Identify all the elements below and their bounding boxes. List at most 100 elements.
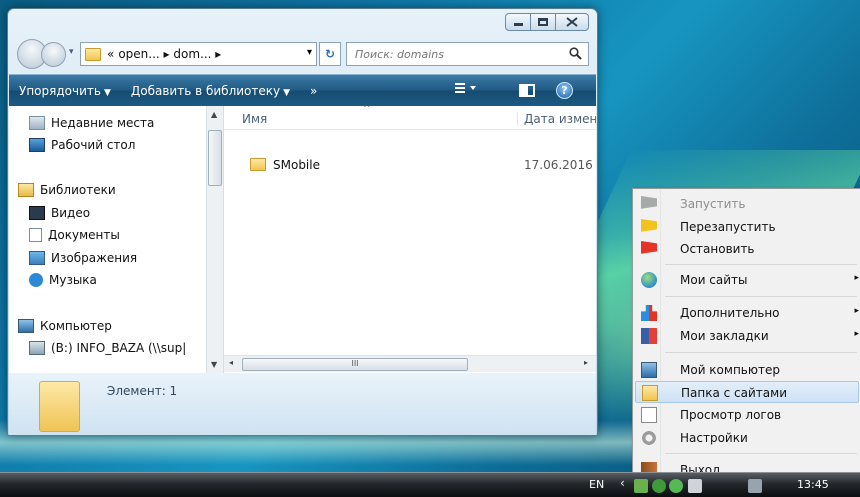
nav-item-libraries[interactable]: Библиотеки — [18, 183, 116, 197]
nav-item-recent-places[interactable]: Недавние места — [29, 116, 154, 130]
more-commands-button[interactable]: » — [300, 84, 327, 98]
sort-ascending-icon: ^ — [363, 106, 371, 114]
views-button[interactable] — [455, 82, 477, 96]
column-name-header[interactable]: Имя — [242, 112, 267, 126]
submenu-arrow-icon: ▸ — [854, 306, 859, 316]
details-pane: Элемент: 1 — [9, 373, 596, 435]
menu-item-label: Перезапустить — [680, 220, 776, 234]
documents-icon — [29, 228, 42, 242]
menu-item-additional[interactable]: Дополнительно ▸ — [635, 302, 859, 324]
additional-icon — [641, 305, 657, 321]
sites-folder-icon — [642, 385, 658, 401]
nav-item-documents[interactable]: Документы — [29, 228, 120, 242]
nav-item-label: Рабочий стол — [51, 138, 136, 152]
scroll-left-icon[interactable]: ◂ — [229, 358, 233, 367]
server-flag-tray-icon[interactable] — [634, 479, 648, 493]
menu-item-my-sites[interactable]: Мои сайты ▸ — [635, 269, 859, 291]
menu-item-label: Остановить — [680, 242, 755, 256]
folder-thumbnail-icon — [39, 381, 80, 432]
nav-item-network-drive[interactable]: (B:) INFO_BAZA (\\sup| — [29, 341, 186, 355]
chevron-down-icon: ▼ — [103, 87, 111, 98]
nav-item-label: Библиотеки — [40, 183, 116, 197]
app-tray-icon[interactable] — [669, 479, 683, 493]
desktop-icon — [29, 138, 45, 152]
tray-expand-button[interactable]: ‹ — [620, 476, 625, 490]
display-icon[interactable] — [748, 479, 762, 493]
menu-item-settings[interactable]: Настройки — [635, 427, 859, 449]
clock[interactable]: 13:45 — [797, 478, 829, 491]
nav-item-label: Документы — [48, 228, 120, 242]
nav-item-pictures[interactable]: Изображения — [29, 251, 137, 265]
command-bar: Упорядочить ▼ Добавить в библиотеку ▼ » ? — [9, 74, 596, 106]
nav-item-computer[interactable]: Компьютер — [18, 319, 112, 333]
preview-pane-icon[interactable] — [519, 84, 535, 97]
nav-item-label: Видео — [51, 206, 91, 220]
nav-item-label: (B:) INFO_BAZA (\\sup| — [51, 341, 187, 355]
minimize-icon — [513, 23, 523, 26]
menu-item-sites-folder[interactable]: Папка с сайтами — [635, 381, 859, 403]
menu-item-stop[interactable]: Остановить — [635, 238, 859, 260]
help-icon[interactable]: ? — [556, 82, 573, 99]
nav-item-desktop[interactable]: Рабочий стол — [29, 138, 135, 152]
organize-label: Упорядочить — [19, 83, 101, 98]
globe-icon — [641, 272, 657, 288]
nav-item-label: Недавние места — [51, 116, 155, 130]
volume-icon[interactable] — [688, 479, 702, 493]
menu-item-start[interactable]: Запустить — [635, 193, 859, 215]
menu-separator — [665, 453, 857, 454]
file-date: 17.06.2016 1 — [524, 158, 596, 172]
add-to-library-menu[interactable]: Добавить в библиотеку ▼ — [121, 84, 300, 98]
menu-item-label: Настройки — [680, 431, 748, 445]
file-name: SMobile — [273, 158, 320, 172]
horizontal-scrollbar[interactable]: ◂ III ▸ — [224, 355, 596, 372]
address-dropdown-arrow[interactable]: ▾ — [307, 47, 312, 58]
add-to-library-label: Добавить в библиотеку — [130, 83, 281, 98]
nav-item-music[interactable]: Музыка — [29, 273, 97, 287]
search-box[interactable] — [346, 42, 589, 66]
scroll-right-icon[interactable]: ▸ — [584, 358, 588, 367]
address-bar[interactable]: « open... ▸ dom... ▸ ▾ — [80, 42, 317, 66]
forward-button[interactable] — [41, 42, 66, 67]
caption-buttons — [505, 13, 589, 31]
scroll-grip: III — [351, 359, 359, 368]
recent-pages-dropdown[interactable]: ▾ — [69, 47, 74, 57]
scroll-thumb[interactable]: III — [242, 358, 468, 371]
scroll-down-icon[interactable]: ▼ — [211, 360, 217, 369]
nav-pane-scrollbar[interactable]: ▲ ▼ — [206, 106, 223, 373]
menu-item-my-computer[interactable]: Мой компьютер — [635, 359, 859, 381]
scroll-up-icon[interactable]: ▲ — [211, 110, 217, 119]
close-icon — [566, 17, 578, 27]
organize-menu[interactable]: Упорядочить ▼ — [9, 84, 121, 98]
menu-item-label: Просмотр логов — [680, 408, 782, 422]
minimize-button[interactable] — [505, 13, 531, 31]
search-input[interactable] — [353, 47, 553, 62]
menu-separator — [665, 264, 857, 265]
computer-icon — [18, 319, 34, 333]
search-icon[interactable] — [569, 46, 582, 68]
scroll-thumb[interactable] — [208, 130, 222, 186]
address-chevron[interactable]: « — [107, 47, 114, 61]
chevron-down-icon: ▼ — [283, 87, 291, 98]
column-header: ^ Имя Дата измен — [224, 106, 596, 130]
nav-item-label: Музыка — [49, 273, 97, 287]
pictures-icon — [29, 251, 45, 265]
recent-places-icon — [29, 116, 45, 130]
refresh-button[interactable]: ↻ — [319, 42, 341, 66]
maximize-button[interactable] — [530, 13, 556, 31]
nav-item-video[interactable]: Видео — [29, 206, 90, 220]
menu-item-label: Мои закладки — [680, 329, 769, 343]
language-indicator[interactable]: EN — [589, 478, 604, 491]
network-tray-icon[interactable] — [652, 479, 666, 493]
taskbar: EN ‹ 13:45 — [0, 472, 860, 497]
column-date-header[interactable]: Дата измен — [517, 112, 596, 126]
menu-item-view-logs[interactable]: Просмотр логов — [635, 404, 859, 426]
folder-icon — [85, 47, 101, 61]
close-button[interactable] — [555, 13, 589, 31]
libraries-icon — [18, 183, 34, 197]
address-path[interactable]: open... ▸ dom... ▸ — [118, 47, 221, 61]
menu-item-restart[interactable]: Перезапустить — [635, 216, 859, 238]
music-icon — [29, 273, 43, 287]
file-row[interactable]: SMobile 17.06.2016 1 — [224, 156, 596, 176]
explorer-window: ▾ « open... ▸ dom... ▸ ▾ ↻ Упорядочить▼ … — [7, 8, 598, 436]
menu-item-bookmarks[interactable]: Мои закладки ▸ — [635, 325, 859, 347]
